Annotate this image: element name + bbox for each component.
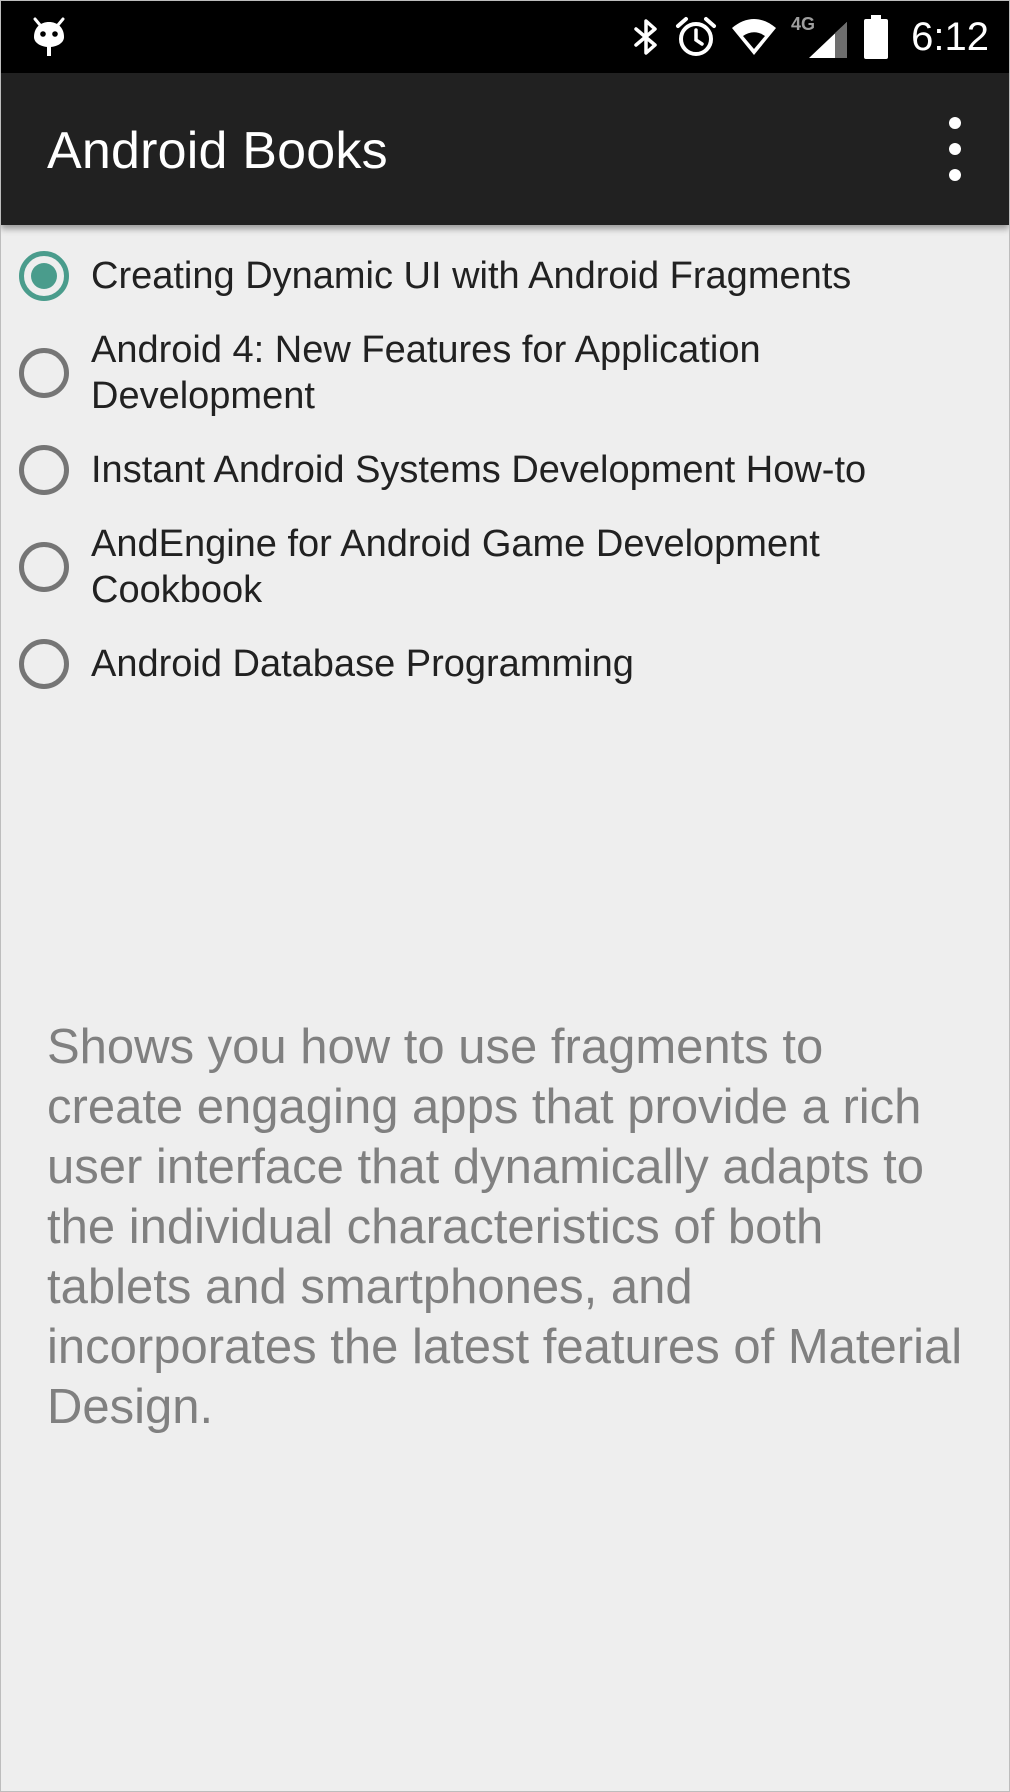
- bluetooth-icon: [631, 17, 661, 57]
- android-notification-icon: [31, 13, 67, 62]
- status-bar: 4G 6:12: [1, 1, 1009, 73]
- book-description: Shows you how to use fragments to create…: [47, 1020, 963, 1434]
- radio-button-icon[interactable]: [19, 639, 69, 689]
- book-radio-option[interactable]: AndEngine for Android Game Development C…: [1, 509, 1009, 625]
- book-title-label: Instant Android Systems Development How-…: [91, 449, 867, 491]
- app-title: Android Books: [47, 122, 388, 180]
- book-title-label: Android Database Programming: [91, 643, 634, 685]
- radio-button-icon[interactable]: [19, 348, 69, 398]
- wifi-icon: [731, 18, 777, 56]
- book-title-label: AndEngine for Android Game Development C…: [91, 523, 820, 611]
- book-radio-option[interactable]: Android Database Programming: [1, 627, 1009, 701]
- network-type-label: 4G: [791, 14, 815, 34]
- radio-button-icon[interactable]: [19, 542, 69, 592]
- app-bar: Android Books: [1, 73, 1009, 225]
- book-radio-option[interactable]: Instant Android Systems Development How-…: [1, 433, 1009, 507]
- alarm-icon: [675, 16, 717, 58]
- signal-icon: 4G: [791, 14, 849, 60]
- book-title-label: Creating Dynamic UI with Android Fragmen…: [91, 255, 852, 297]
- status-time: 6:12: [911, 14, 989, 59]
- radio-button-icon[interactable]: [19, 251, 69, 301]
- more-vert-icon[interactable]: [941, 117, 969, 181]
- book-title-label: Android 4: New Features for Application …: [91, 329, 761, 417]
- radio-button-icon[interactable]: [19, 445, 69, 495]
- status-icons: 4G 6:12: [631, 1, 989, 73]
- book-radio-option[interactable]: Creating Dynamic UI with Android Fragmen…: [1, 239, 1009, 313]
- phone-screen: 4G 6:12 Android Books Creating Dynamic U…: [0, 0, 1010, 1792]
- book-radio-group: Creating Dynamic UI with Android Fragmen…: [1, 239, 1009, 701]
- battery-icon: [863, 15, 889, 59]
- book-radio-option[interactable]: Android 4: New Features for Application …: [1, 315, 1009, 431]
